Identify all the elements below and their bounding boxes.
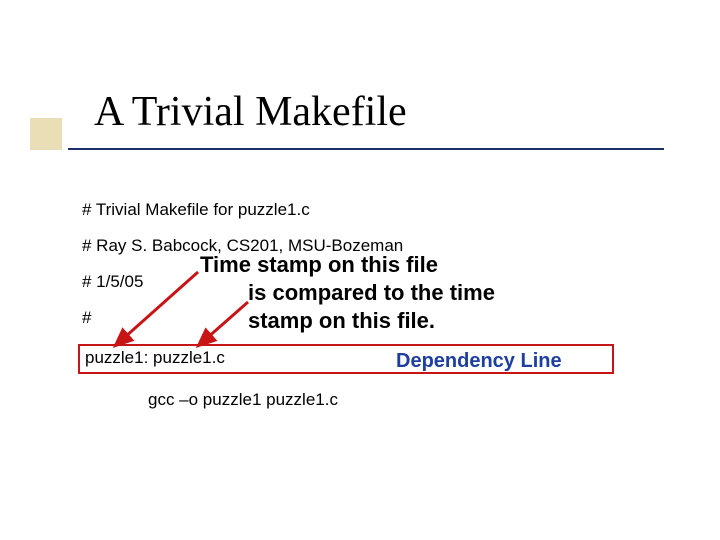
dependency-line-label: Dependency Line <box>396 350 562 373</box>
annotation-line-1: Time stamp on this file <box>200 252 438 277</box>
comment-line-1: # Trivial Makefile for puzzle1.c <box>82 200 310 220</box>
accent-square <box>30 118 62 150</box>
annotation-line-3: stamp on this file. <box>248 308 435 333</box>
comment-line-3: # 1/5/05 <box>82 272 143 292</box>
comment-line-4: # <box>82 308 91 328</box>
dependency-line: puzzle1: puzzle1.c <box>85 348 225 368</box>
title-underline <box>68 148 664 150</box>
arrow-to-prereq <box>198 302 248 346</box>
command-line: gcc –o puzzle1 puzzle1.c <box>148 390 338 410</box>
slide-title: A Trivial Makefile <box>94 88 407 136</box>
annotation-line-2: is compared to the time <box>248 280 495 305</box>
